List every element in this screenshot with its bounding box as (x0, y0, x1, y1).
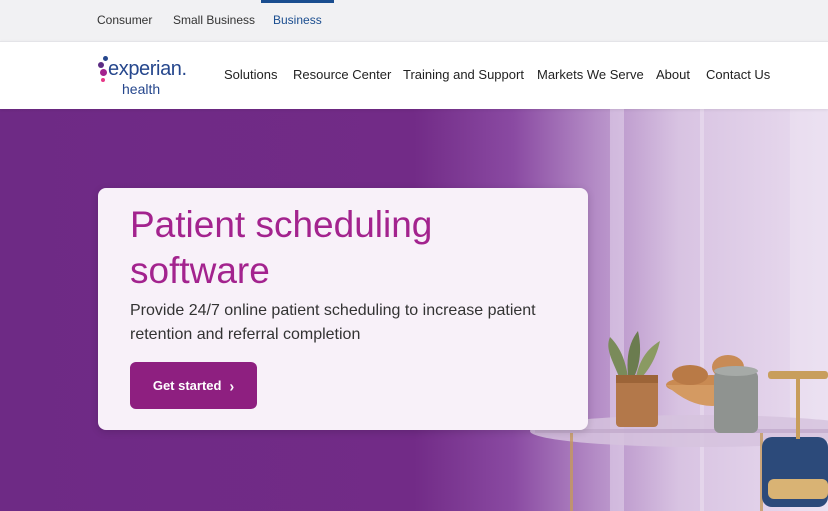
nav-contact-us[interactable]: Contact Us (706, 42, 770, 110)
cup-decoration (714, 366, 758, 433)
nav-about[interactable]: About (656, 42, 690, 110)
hero-subtitle: Provide 24/7 online patient scheduling t… (130, 302, 536, 343)
brand-name: experian. (108, 58, 187, 80)
get-started-button[interactable]: Get started › (130, 362, 257, 409)
brand-sub: health (122, 81, 161, 97)
tab-small-business[interactable]: Small Business (173, 0, 255, 41)
hero-card: Patient scheduling software Provide 24/7… (98, 188, 588, 430)
tab-consumer[interactable]: Consumer (97, 0, 152, 41)
nav-training-support[interactable]: Training and Support (403, 42, 524, 110)
audience-bar: Consumer Small Business Business (0, 0, 828, 41)
hero-title: Patient scheduling software (130, 204, 433, 291)
get-started-label: Get started (152, 378, 222, 393)
nav-markets-we-serve[interactable]: Markets We Serve (537, 42, 644, 110)
nav-solutions[interactable]: Solutions (224, 42, 277, 110)
site-header: experian. health Solutions Resource Cent… (0, 41, 828, 109)
chevron-right-icon: › (229, 376, 235, 395)
plant-decoration (608, 331, 660, 427)
nav-resource-center[interactable]: Resource Center (293, 42, 391, 110)
experian-health-logo[interactable]: experian. health (98, 54, 194, 98)
tab-business[interactable]: Business (261, 0, 334, 41)
hero-banner: Patient scheduling software Provide 24/7… (0, 109, 828, 511)
